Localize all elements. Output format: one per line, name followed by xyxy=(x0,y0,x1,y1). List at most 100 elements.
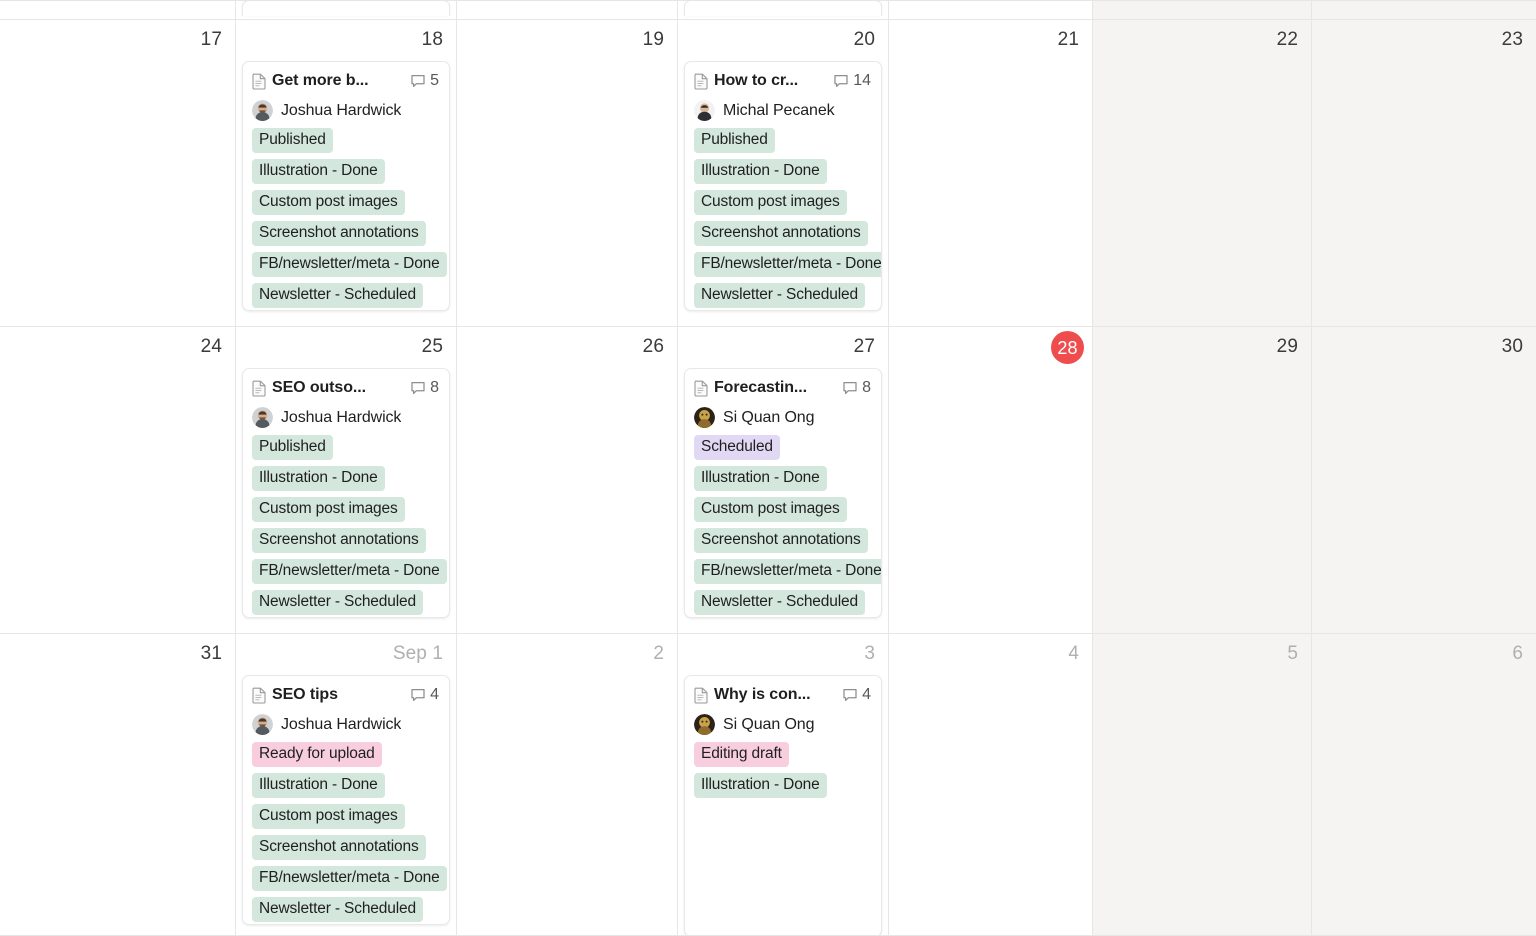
calendar-day-cell[interactable]: 24 xyxy=(0,327,236,633)
calendar-day-cell[interactable]: 28 xyxy=(889,327,1093,633)
event-tag[interactable]: Custom post images xyxy=(252,497,405,522)
event-title[interactable]: How to cr... xyxy=(714,72,827,90)
calendar-day-cell[interactable]: 3 Why is con... 4 Si Quan Ong Editing draft I… xyxy=(678,634,889,936)
event-tag[interactable]: Illustration - Done xyxy=(252,159,385,184)
event-author[interactable]: Joshua Hardwick xyxy=(243,706,449,736)
calendar-day-cell[interactable] xyxy=(0,1,236,19)
event-tag[interactable]: Published xyxy=(694,128,775,153)
date-number[interactable]: 23 xyxy=(1502,28,1523,52)
event-tag[interactable]: FB/newsletter/meta - Done xyxy=(694,252,881,277)
date-number[interactable]: 4 xyxy=(1068,642,1079,666)
event-tag[interactable]: FB/newsletter/meta - Done xyxy=(252,866,447,891)
date-number[interactable]: 5 xyxy=(1287,642,1298,666)
date-number[interactable]: 24 xyxy=(201,335,222,359)
calendar-day-cell[interactable]: 22 xyxy=(1093,20,1312,326)
calendar-day-cell[interactable]: 21 xyxy=(889,20,1093,326)
date-number[interactable]: 21 xyxy=(1058,28,1079,52)
event-tag[interactable]: Custom post images xyxy=(252,804,405,829)
date-number[interactable]: 3 xyxy=(864,642,875,666)
date-number[interactable]: Sep 1 xyxy=(393,642,443,666)
date-number[interactable]: 18 xyxy=(422,28,443,52)
event-title[interactable]: Forecastin... xyxy=(714,379,836,397)
date-number[interactable]: 25 xyxy=(422,335,443,359)
calendar-day-cell[interactable]: 29 xyxy=(1093,327,1312,633)
event-author[interactable]: Michal Pecanek xyxy=(685,92,881,122)
calendar-day-cell[interactable]: 5 xyxy=(1093,634,1312,936)
event-tag[interactable]: FB/newsletter/meta - Done xyxy=(252,252,447,277)
comment-count-group[interactable]: 8 xyxy=(842,379,872,397)
date-number[interactable]: 17 xyxy=(201,28,222,52)
event-card[interactable]: How to cr... 14 Michal Pecanek Published Ill… xyxy=(684,61,882,311)
event-tag[interactable]: Newsletter - Scheduled xyxy=(694,590,865,615)
event-title[interactable]: Get more b... xyxy=(272,72,404,90)
calendar-day-cell[interactable]: Sep 1 SEO tips 4 Joshua Hardwick Ready for u… xyxy=(236,634,457,936)
date-number[interactable]: 29 xyxy=(1277,335,1298,359)
event-author[interactable]: Si Quan Ong xyxy=(685,706,881,736)
calendar-day-cell[interactable]: 25 SEO outso... 8 Joshua Hardwick Published I… xyxy=(236,327,457,633)
event-tag[interactable]: Newsletter - Scheduled xyxy=(694,283,865,308)
event-tag[interactable]: Newsletter - Scheduled xyxy=(252,590,423,615)
calendar-day-cell[interactable]: 17 xyxy=(0,20,236,326)
event-tag[interactable]: Newsletter - Scheduled xyxy=(252,283,423,308)
calendar-day-cell[interactable] xyxy=(889,1,1093,19)
event-tag[interactable]: Scheduled xyxy=(694,435,780,460)
calendar-day-cell[interactable] xyxy=(1312,1,1536,19)
calendar-day-cell[interactable]: 23 xyxy=(1312,20,1536,326)
event-card[interactable]: Get more b... 5 Joshua Hardwick Published Il… xyxy=(242,61,450,311)
comment-count-group[interactable]: 14 xyxy=(833,72,872,90)
date-number[interactable]: 22 xyxy=(1277,28,1298,52)
event-tag[interactable]: Screenshot annotations xyxy=(252,528,426,553)
calendar-day-cell[interactable]: 26 xyxy=(457,327,678,633)
event-card-overflow-stub[interactable] xyxy=(684,1,882,16)
event-tag[interactable]: Published xyxy=(252,128,333,153)
event-tag[interactable]: Screenshot annotations xyxy=(694,221,868,246)
event-tag[interactable]: Custom post images xyxy=(694,497,847,522)
event-tag[interactable]: Illustration - Done xyxy=(252,773,385,798)
date-number[interactable]: 27 xyxy=(854,335,875,359)
date-number[interactable]: 2 xyxy=(653,642,664,666)
event-title[interactable]: Why is con... xyxy=(714,686,836,704)
event-title[interactable]: SEO outso... xyxy=(272,379,404,397)
comment-count-group[interactable]: 8 xyxy=(410,379,440,397)
calendar-day-cell[interactable]: 18 Get more b... 5 Joshua Hardwick Published… xyxy=(236,20,457,326)
event-tag[interactable]: Custom post images xyxy=(252,190,405,215)
event-tag[interactable]: Screenshot annotations xyxy=(252,221,426,246)
date-number[interactable]: 20 xyxy=(854,28,875,52)
event-card[interactable]: SEO tips 4 Joshua Hardwick Ready for upload… xyxy=(242,675,450,925)
event-card[interactable]: SEO outso... 8 Joshua Hardwick Published Ill… xyxy=(242,368,450,618)
event-author[interactable]: Si Quan Ong xyxy=(685,399,881,429)
calendar-day-cell[interactable]: 6 xyxy=(1312,634,1536,936)
calendar-day-cell[interactable] xyxy=(678,1,889,19)
event-tag[interactable]: Illustration - Done xyxy=(694,159,827,184)
event-tag[interactable]: Ready for upload xyxy=(252,742,382,767)
calendar-day-cell[interactable]: 20 How to cr... 14 Michal Pecanek Published I… xyxy=(678,20,889,326)
calendar-day-cell[interactable]: 4 xyxy=(889,634,1093,936)
event-tag[interactable]: FB/newsletter/meta - Done xyxy=(694,559,881,584)
event-tag[interactable]: Editing draft xyxy=(694,742,789,767)
event-title[interactable]: SEO tips xyxy=(272,686,404,704)
calendar-day-cell[interactable] xyxy=(1093,1,1312,19)
event-tag[interactable]: Screenshot annotations xyxy=(694,528,868,553)
event-tag[interactable]: FB/newsletter/meta - Done xyxy=(252,559,447,584)
event-tag[interactable]: Newsletter - Scheduled xyxy=(252,897,423,922)
event-tag[interactable]: Screenshot annotations xyxy=(252,835,426,860)
event-card[interactable]: Forecastin... 8 Si Quan Ong Scheduled Illust… xyxy=(684,368,882,618)
comment-count-group[interactable]: 5 xyxy=(410,72,440,90)
event-card-overflow-stub[interactable] xyxy=(242,1,450,16)
event-tag[interactable]: Published xyxy=(252,435,333,460)
calendar-day-cell[interactable]: 31 xyxy=(0,634,236,936)
calendar-day-cell[interactable]: 30 xyxy=(1312,327,1536,633)
event-tag[interactable]: Illustration - Done xyxy=(252,466,385,491)
calendar-day-cell[interactable]: 19 xyxy=(457,20,678,326)
event-card[interactable]: Why is con... 4 Si Quan Ong Editing draft Il… xyxy=(684,675,882,936)
calendar-day-cell[interactable]: 2 xyxy=(457,634,678,936)
date-number[interactable]: 30 xyxy=(1502,335,1523,359)
date-number[interactable]: 26 xyxy=(643,335,664,359)
comment-count-group[interactable]: 4 xyxy=(410,686,440,704)
date-number[interactable]: 6 xyxy=(1512,642,1523,666)
event-tag[interactable]: Custom post images xyxy=(694,190,847,215)
event-author[interactable]: Joshua Hardwick xyxy=(243,399,449,429)
event-tag[interactable]: Illustration - Done xyxy=(694,773,827,798)
calendar-day-cell[interactable] xyxy=(457,1,678,19)
comment-count-group[interactable]: 4 xyxy=(842,686,872,704)
